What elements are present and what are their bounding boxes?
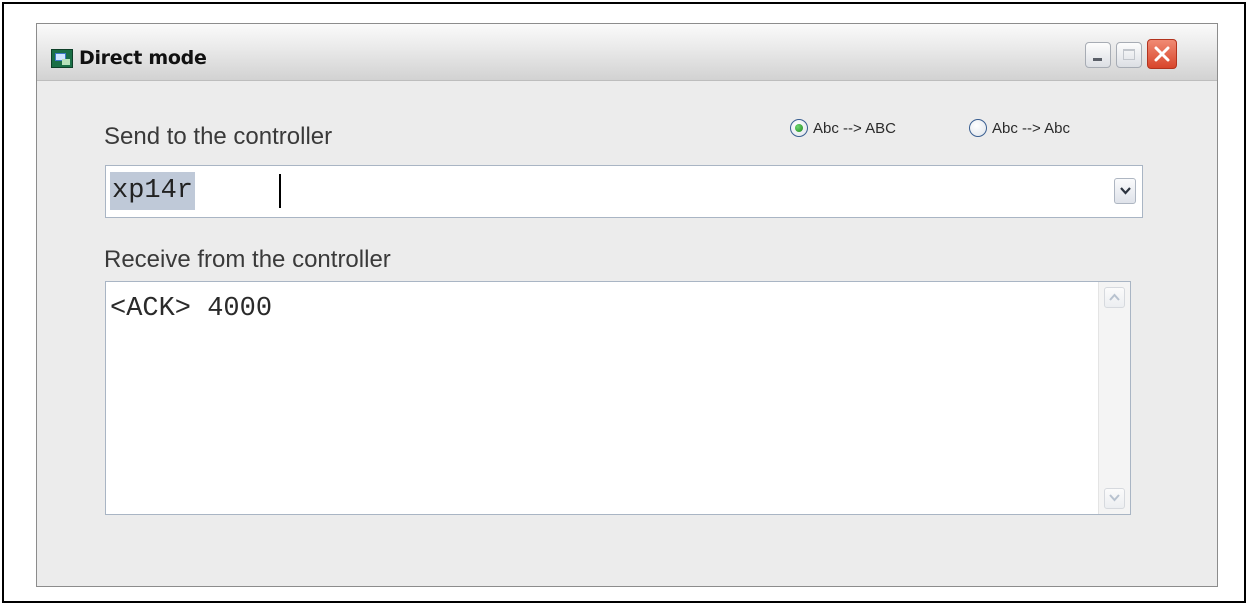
- radio-uppercase-label: Abc --> ABC: [813, 119, 896, 137]
- radio-unchecked-icon[interactable]: [969, 119, 987, 137]
- text-caret: [279, 174, 281, 208]
- direct-mode-window: Direct mode Send to the controller Abc -…: [36, 23, 1218, 587]
- receive-label: Receive from the controller: [104, 246, 391, 273]
- receive-output-text: <ACK> 4000: [110, 294, 273, 324]
- close-button[interactable]: [1147, 39, 1177, 69]
- title-bar[interactable]: Direct mode: [37, 24, 1217, 81]
- send-command-combobox[interactable]: xp14r: [105, 165, 1143, 218]
- close-icon: [1154, 46, 1170, 62]
- send-label: Send to the controller: [104, 123, 333, 150]
- maximize-button[interactable]: [1116, 42, 1142, 68]
- radio-checked-icon[interactable]: [790, 119, 808, 137]
- app-icon: [51, 49, 73, 68]
- radio-uppercase[interactable]: Abc --> ABC: [790, 116, 896, 140]
- send-command-value[interactable]: xp14r: [110, 172, 196, 210]
- radio-keep-case-label: Abc --> Abc: [992, 119, 1070, 137]
- receive-output-area[interactable]: <ACK> 4000: [105, 281, 1131, 515]
- chevron-down-icon: [1120, 187, 1131, 195]
- vertical-scrollbar[interactable]: [1098, 282, 1130, 514]
- dropdown-button[interactable]: [1114, 178, 1136, 204]
- minimize-button[interactable]: [1085, 42, 1111, 68]
- chevron-down-icon: [1109, 494, 1120, 502]
- window-title: Direct mode: [79, 47, 207, 69]
- chevron-up-icon: [1109, 293, 1120, 301]
- scroll-down-button[interactable]: [1104, 488, 1125, 509]
- radio-keep-case[interactable]: Abc --> Abc: [969, 116, 1070, 140]
- scroll-up-button[interactable]: [1104, 287, 1125, 308]
